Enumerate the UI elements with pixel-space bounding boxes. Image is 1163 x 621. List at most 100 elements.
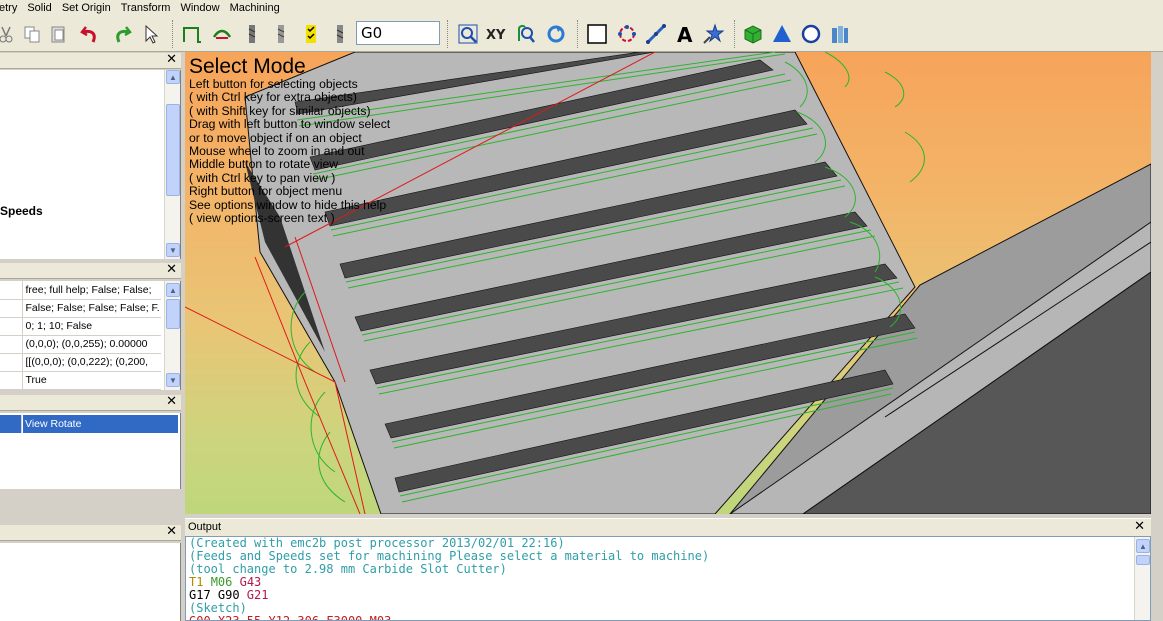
solid-cube-icon[interactable] xyxy=(741,22,765,46)
toolbar-separator xyxy=(172,20,174,48)
gcode-command-box[interactable]: G0 xyxy=(356,21,440,45)
help-line: ( with Ctrl key to pan view ) xyxy=(189,170,336,185)
close-icon[interactable]: ✕ xyxy=(166,262,177,277)
gcode-token: G00 X23.55 Y12.306 F3000 M03 xyxy=(189,614,392,621)
scroll-down-icon[interactable]: ▼ xyxy=(166,243,180,257)
input-mode-panel: View Rotate xyxy=(0,413,181,489)
help-line: Right button for object menu xyxy=(189,184,343,199)
output-console[interactable]: (Created with emc2b post processor 2013/… xyxy=(185,536,1151,621)
help-overlay: Select Mode Left button for selecting ob… xyxy=(189,56,390,225)
output-title: Output xyxy=(188,521,222,533)
objects-scrollbar[interactable]: ▲ ▼ xyxy=(164,70,180,259)
gcode-token xyxy=(203,575,210,589)
properties-scrollbar[interactable]: ▲ ▼ xyxy=(164,281,180,390)
lower-panel-titlebar: ✕ xyxy=(0,524,181,541)
output-line: T1 M06 G43 xyxy=(186,576,1150,589)
menu-solid[interactable]: Solid xyxy=(22,2,56,14)
gcode-token xyxy=(232,575,239,589)
table-row[interactable]: free; full help; False; False; xyxy=(0,281,161,300)
close-icon[interactable]: ✕ xyxy=(166,524,177,539)
scroll-up-icon[interactable]: ▲ xyxy=(166,283,180,297)
point-star-icon[interactable] xyxy=(702,22,726,46)
profile-op-icon[interactable] xyxy=(180,22,204,46)
text-icon[interactable]: A xyxy=(673,22,697,46)
toolbar: G0 XY A xyxy=(0,16,1163,52)
drill-tool-icon[interactable] xyxy=(269,22,293,46)
rectangle-icon[interactable] xyxy=(585,22,609,46)
gcode-token: G21 xyxy=(246,588,269,602)
tool-icon[interactable] xyxy=(328,22,352,46)
close-icon[interactable]: ✕ xyxy=(166,394,177,409)
table-row[interactable]: [[(0,0,0); (0,0,222); (0,200, xyxy=(0,353,161,372)
gcode-token: (Feeds and Speeds set for machining Plea… xyxy=(189,549,710,563)
help-line: Left button for selecting objects xyxy=(189,77,358,91)
paste-icon[interactable] xyxy=(46,22,70,46)
help-line: ( with Shift key for similar objects) xyxy=(189,103,371,118)
output-lines: (Created with emc2b post processor 2013/… xyxy=(186,536,1150,621)
zoom-extents-icon[interactable] xyxy=(514,22,538,46)
view-xy-icon[interactable]: XY xyxy=(485,22,509,46)
toolbar-separator xyxy=(734,20,736,48)
close-icon[interactable]: ✕ xyxy=(166,52,177,67)
drill-icon[interactable] xyxy=(240,22,264,46)
zoom-window-icon[interactable] xyxy=(456,22,480,46)
lower-panel xyxy=(0,543,181,621)
gcode-token: T1 xyxy=(189,575,204,589)
help-title: Select Mode xyxy=(189,55,306,78)
tree-item-speeds[interactable]: Speeds xyxy=(0,204,43,218)
scroll-up-icon[interactable]: ▲ xyxy=(166,70,180,84)
table-row[interactable]: False; False; False; False; F. xyxy=(0,299,161,318)
gcode-token: (tool change to 2.98 mm Carbide Slot Cut… xyxy=(189,562,507,576)
help-line: See options window to hide this help xyxy=(189,197,387,212)
solid-sphere-icon[interactable] xyxy=(799,22,823,46)
output-line: G17 G90 G21 xyxy=(186,589,1150,602)
select-arrow-icon[interactable] xyxy=(139,22,163,46)
redraw-icon[interactable] xyxy=(544,22,568,46)
help-line: Middle button to rotate view xyxy=(189,157,339,172)
gcode-token: G17 G90 xyxy=(189,588,247,602)
gcode-token: M06 xyxy=(210,575,233,589)
output-panel-titlebar: Output ✕ xyxy=(185,518,1151,536)
help-line: or to move object if on an object xyxy=(189,130,362,145)
menu-machining[interactable]: Machining xyxy=(225,2,285,14)
objects-panel: Speeds ▲ ▼ xyxy=(0,70,181,259)
close-icon[interactable]: ✕ xyxy=(1134,519,1145,534)
input-mode-selected[interactable]: View Rotate xyxy=(23,415,178,433)
scroll-thumb[interactable] xyxy=(166,104,180,196)
menu-set-origin[interactable]: Set Origin xyxy=(57,2,116,14)
copy-icon[interactable] xyxy=(20,22,44,46)
toolbar-separator xyxy=(577,20,579,48)
menu-window[interactable]: Window xyxy=(175,2,224,14)
line-icon[interactable] xyxy=(644,22,668,46)
scroll-up-icon[interactable]: ▲ xyxy=(1136,539,1150,553)
scroll-thumb[interactable] xyxy=(1136,555,1150,565)
menu-transform[interactable]: Transform xyxy=(116,2,176,14)
properties-table: free; full help; False; False; False; Fa… xyxy=(0,281,161,390)
solid-extrude-icon[interactable] xyxy=(828,22,852,46)
scroll-down-icon[interactable]: ▼ xyxy=(166,373,180,387)
properties-panel: free; full help; False; False; False; Fa… xyxy=(0,281,181,390)
redo-icon[interactable] xyxy=(110,22,134,46)
pocket-op-icon[interactable] xyxy=(210,22,234,46)
help-line: ( with Ctrl key for extra objects) xyxy=(189,90,357,105)
circle-points-icon[interactable] xyxy=(615,22,639,46)
scroll-thumb[interactable] xyxy=(166,299,180,329)
gcode-token: (Created with emc2b post processor 2013/… xyxy=(189,536,565,550)
table-row[interactable]: (0,0,0); (0,0,255); 0.00000 xyxy=(0,335,161,354)
menu-bar: etry Solid Set Origin Transform Window M… xyxy=(0,0,1163,16)
output-scrollbar[interactable]: ▲ xyxy=(1134,537,1150,620)
graphics-viewport[interactable]: Select Mode Left button for selecting ob… xyxy=(185,52,1151,514)
properties-panel-titlebar: ✕ xyxy=(0,262,181,279)
cut-icon[interactable] xyxy=(0,22,18,46)
table-row[interactable]: True xyxy=(0,371,161,390)
viewport-frame xyxy=(1151,52,1163,514)
table-row[interactable]: 0; 1; 10; False xyxy=(0,317,161,336)
checklist-icon[interactable] xyxy=(299,22,323,46)
output-line: (tool change to 2.98 mm Carbide Slot Cut… xyxy=(186,563,1150,576)
undo-icon[interactable] xyxy=(78,22,102,46)
input-mode-panel-titlebar: ✕ xyxy=(0,394,181,411)
help-line: Drag with left button to window select xyxy=(189,117,391,132)
menu-geometry[interactable]: etry xyxy=(0,2,22,14)
output-line: G00 X23.55 Y12.306 F3000 M03 xyxy=(186,615,1150,621)
solid-cone-icon[interactable] xyxy=(770,22,794,46)
